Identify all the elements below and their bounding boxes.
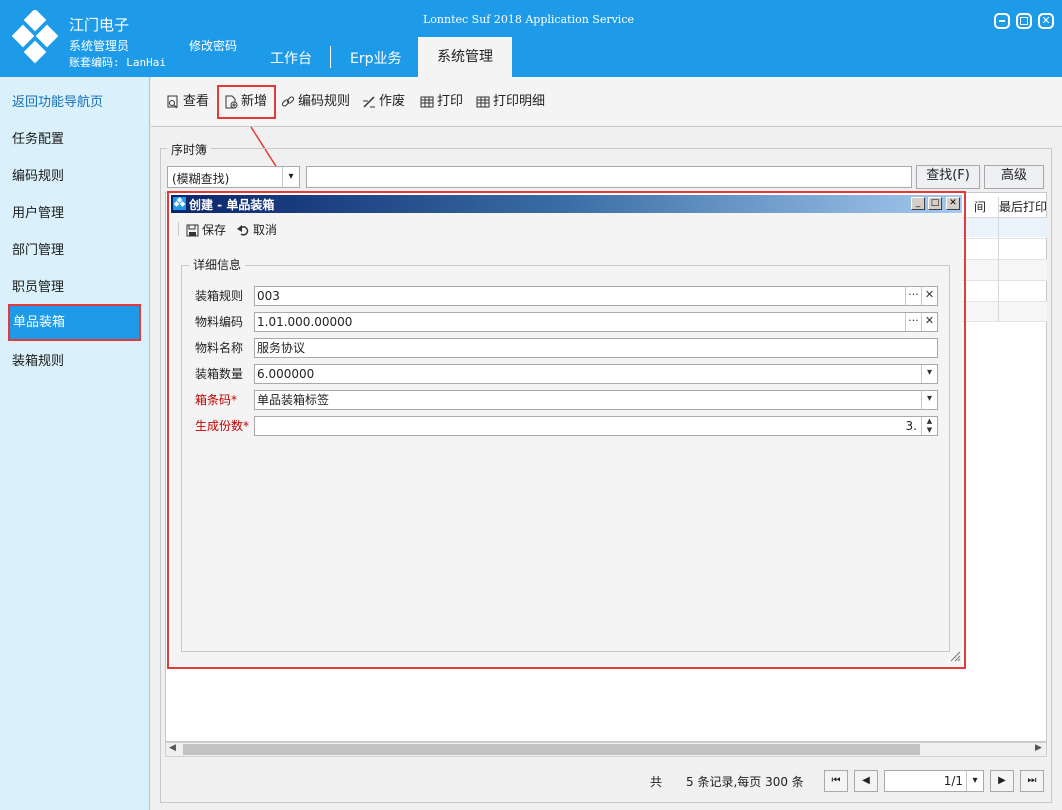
scroll-left-icon[interactable]: ◀	[169, 743, 176, 753]
maximize-icon[interactable]	[1016, 13, 1032, 29]
table-row[interactable]	[962, 280, 1047, 301]
view-icon	[167, 95, 178, 108]
chevron-down-icon[interactable]: ▾	[282, 167, 299, 187]
first-page-icon[interactable]: ⏮	[824, 770, 848, 792]
table-row[interactable]	[962, 301, 1047, 322]
link-icon	[281, 95, 295, 107]
print-button[interactable]: 打印	[420, 92, 463, 112]
table-row[interactable]	[962, 217, 1047, 237]
view-label: 查看	[183, 94, 210, 109]
search-mode-value: (模糊查找)	[172, 172, 230, 186]
sidebar-item-back-to-nav[interactable]: 返回功能导航页	[0, 84, 150, 121]
window-title: Lonntec Suf 2018 Application Service	[423, 13, 634, 26]
sidebar-item-staff[interactable]: 职员管理	[0, 269, 150, 306]
grid-column-header[interactable]: 最后打印	[998, 197, 1047, 217]
sidebar-item-code-rules[interactable]: 编码规则	[0, 158, 150, 195]
new-button-highlight	[217, 85, 276, 119]
page-select[interactable]: 1/1 ▾	[884, 770, 984, 792]
scroll-right-icon[interactable]: ▶	[1035, 743, 1042, 753]
chevron-down-icon[interactable]: ▾	[966, 771, 983, 791]
print-detail-icon	[476, 96, 490, 107]
code-rule-button[interactable]: 编码规则	[281, 92, 350, 112]
company-name: 江门电子	[69, 16, 130, 34]
minimize-icon[interactable]	[994, 13, 1010, 29]
page-value: 1/1	[943, 774, 963, 788]
record-summary: 5 条记录,每页 300 条	[686, 775, 804, 789]
table-row[interactable]	[962, 259, 1047, 280]
print-label: 打印	[437, 94, 464, 109]
table-row[interactable]	[962, 238, 1047, 259]
search-mode-select[interactable]: (模糊查找) ▾	[167, 166, 300, 188]
print-detail-button[interactable]: 打印明细	[476, 92, 545, 112]
void-button[interactable]: 作废	[362, 92, 405, 112]
print-detail-label: 打印明细	[493, 94, 546, 109]
advanced-button[interactable]: 高级	[984, 165, 1044, 189]
find-button[interactable]: 查找(F)	[916, 165, 980, 189]
sidebar-item-single-packing[interactable]: 单品装箱	[8, 304, 141, 341]
close-icon[interactable]: ✕	[1038, 13, 1054, 29]
total-prefix: 共	[650, 775, 663, 789]
print-icon	[420, 96, 434, 107]
next-page-icon[interactable]: ▶	[990, 770, 1014, 792]
sidebar-item-departments[interactable]: 部门管理	[0, 232, 150, 269]
sidebar-item-users[interactable]: 用户管理	[0, 195, 150, 232]
sidebar-item-packing-rules[interactable]: 装箱规则	[0, 343, 150, 380]
group-title: 序时簿	[167, 141, 212, 158]
void-label: 作废	[379, 94, 406, 109]
grid-column-header[interactable]: 间	[962, 197, 998, 217]
dialog-highlight	[167, 191, 966, 669]
tab-divider	[330, 46, 331, 68]
view-button[interactable]: 查看	[166, 92, 209, 112]
change-password-link[interactable]: 修改密码	[189, 37, 237, 54]
last-page-icon[interactable]: ⏭	[1020, 770, 1044, 792]
grid-column-divider	[998, 197, 999, 322]
void-icon	[363, 95, 375, 108]
scrollbar-thumb[interactable]	[183, 744, 920, 755]
search-input[interactable]	[306, 166, 912, 188]
prev-page-icon[interactable]: ◀	[854, 770, 878, 792]
user-role: 系统管理员	[69, 39, 130, 53]
tab-erp[interactable]: Erp业务	[350, 48, 402, 68]
account-code: 账套编码: LanHai	[69, 56, 166, 69]
code-rule-label: 编码规则	[298, 94, 351, 109]
company-logo-icon	[12, 10, 58, 64]
tab-system-management[interactable]: 系统管理	[418, 37, 512, 77]
tab-workbench[interactable]: 工作台	[270, 48, 312, 68]
sidebar-item-task-config[interactable]: 任务配置	[0, 121, 150, 158]
